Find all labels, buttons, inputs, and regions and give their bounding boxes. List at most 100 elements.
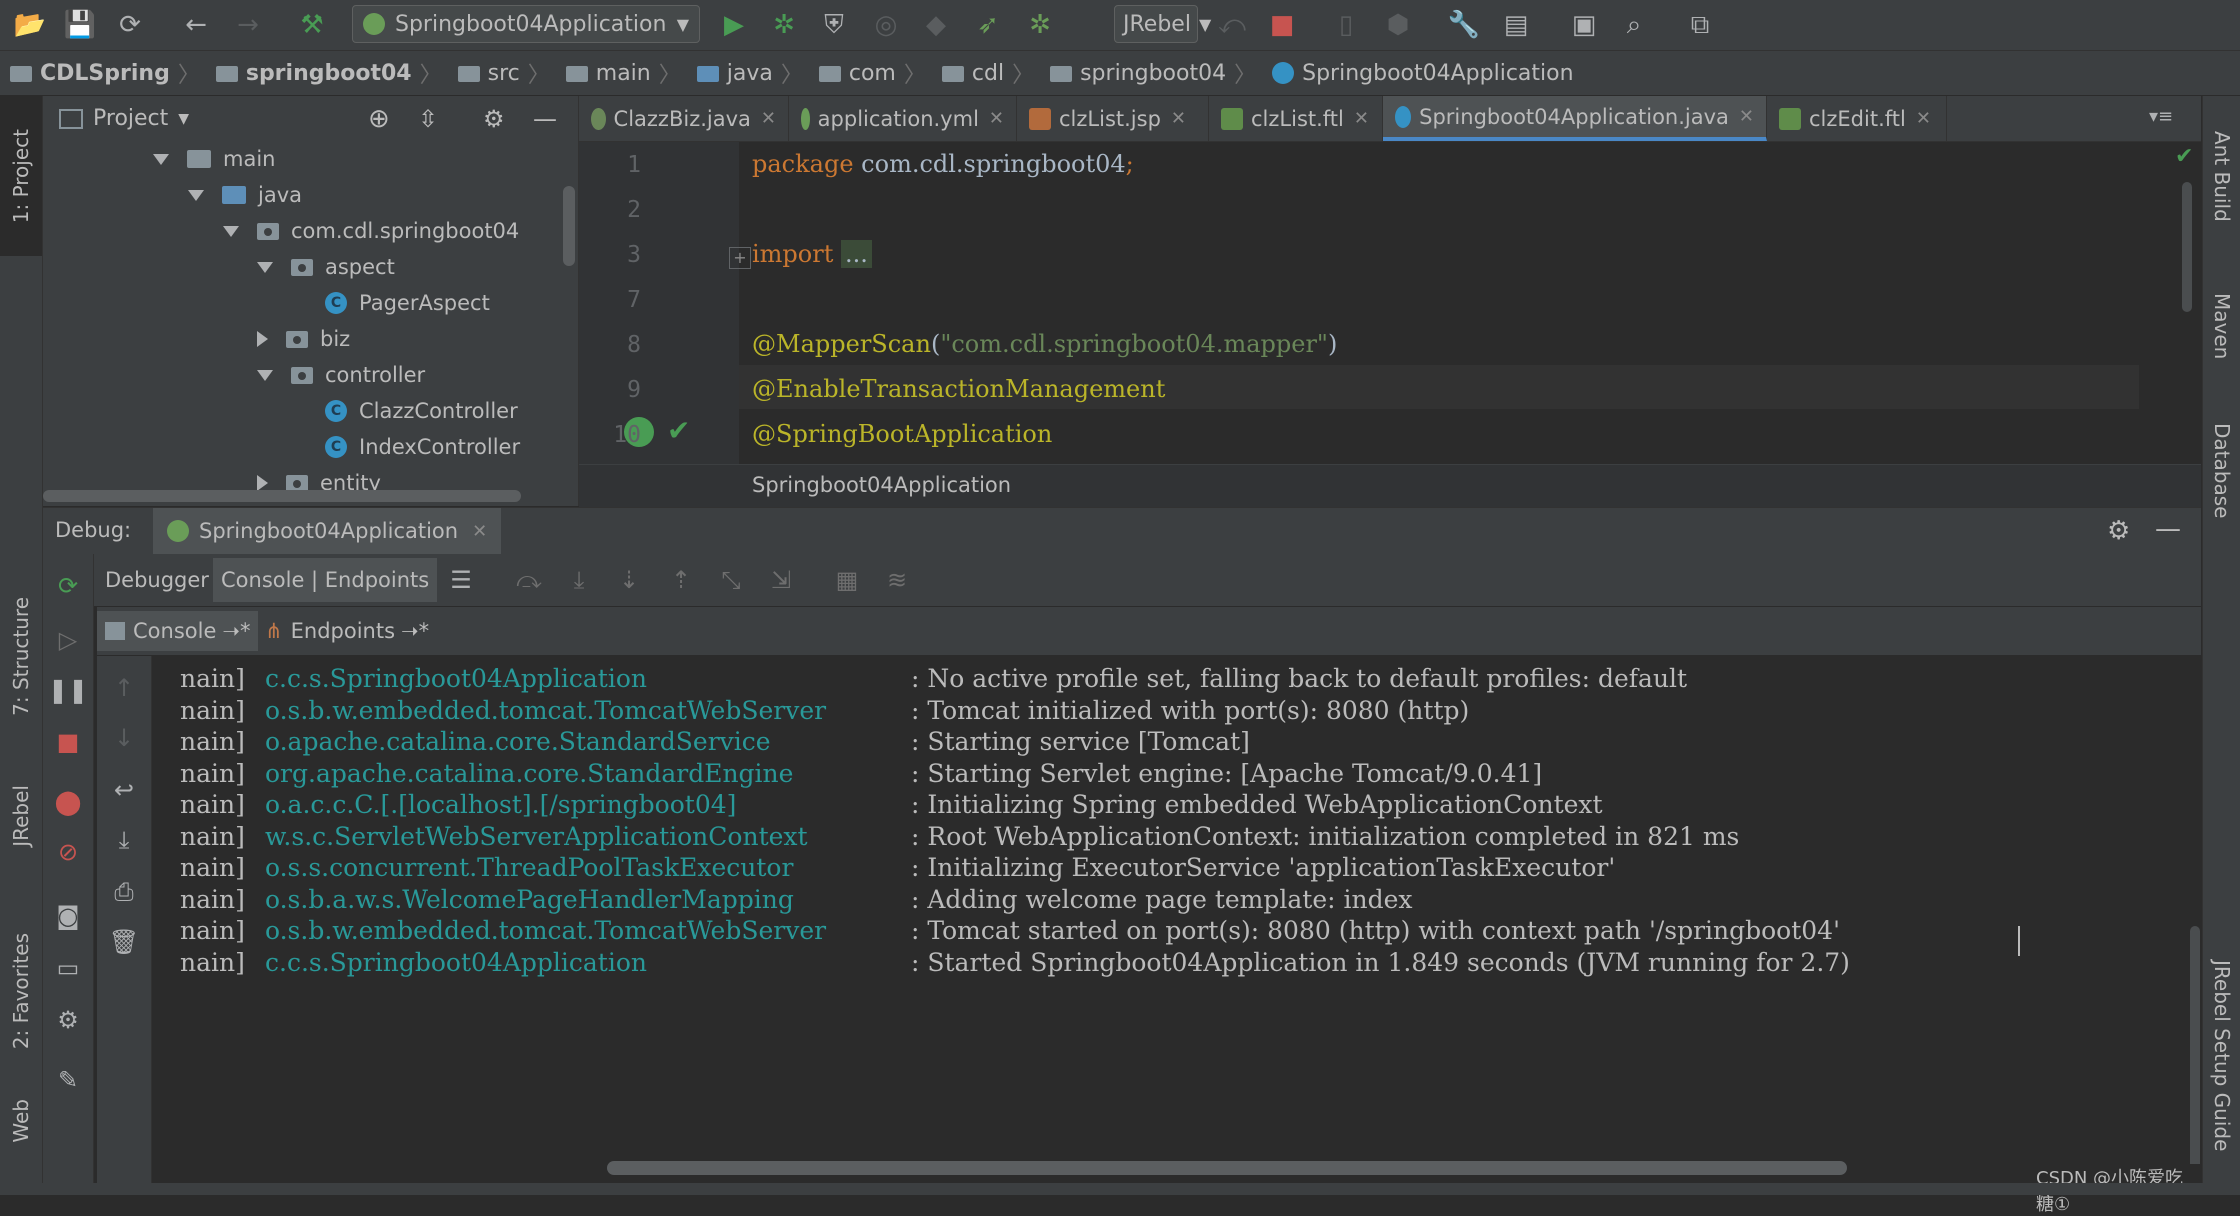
stop-icon[interactable]: ■ [1266, 9, 1298, 41]
print-icon[interactable]: ⎙ [108, 876, 140, 908]
tab-clzlist-ftl[interactable]: clzList.ftl ✕ [1209, 96, 1383, 141]
step-over-icon[interactable]: ⤓ [563, 564, 595, 596]
breadcrumb-item-class[interactable]: Springboot04Application [1262, 61, 1579, 86]
layout-icon[interactable]: ▭ [52, 952, 84, 984]
console-horizontal-scrollbar[interactable] [607, 1161, 1847, 1175]
scroll-to-end-icon[interactable]: ⤓ [108, 824, 140, 856]
tab-list-menu-icon[interactable]: ▾≡ [2149, 106, 2173, 127]
step-out-icon[interactable]: ⇡ [665, 564, 697, 596]
tool-tab-project[interactable]: 1: Project [0, 96, 42, 256]
minimize-icon[interactable]: — [533, 105, 557, 133]
logger-name[interactable]: o.s.b.w.embedded.tomcat.TomcatWebServer [265, 696, 826, 725]
logger-name[interactable]: c.c.s.Springboot04Application [265, 948, 647, 977]
trash-icon[interactable]: 🗑 [108, 926, 140, 958]
sync-icon[interactable]: ⟳ [114, 9, 146, 41]
tab-application-yml[interactable]: application.yml ✕ [789, 96, 1017, 141]
sdk-icon[interactable]: ⬢ [1382, 9, 1414, 41]
profile-icon[interactable]: ◎ [870, 9, 902, 41]
gear-icon[interactable]: ⚙ [483, 105, 505, 133]
logger-name[interactable]: o.s.b.w.embedded.tomcat.TomcatWebServer [265, 916, 826, 945]
build-hammer-icon[interactable]: ⚒ [296, 9, 328, 41]
close-icon[interactable]: ✕ [989, 108, 1004, 129]
editor-scrollbar[interactable] [2182, 182, 2192, 312]
vertical-scrollbar[interactable] [563, 186, 575, 266]
search-icon[interactable]: ⌕ [1618, 9, 1650, 41]
layout-menu-icon[interactable]: ☰ [445, 564, 477, 596]
show-execution-point-icon[interactable]: ⤼ [513, 564, 545, 596]
tool-tab-structure[interactable]: 7: Structure [0, 586, 42, 726]
rerun-icon[interactable]: ⟳ [52, 570, 84, 602]
soft-wrap-icon[interactable]: ↩ [108, 774, 140, 806]
logger-name[interactable]: o.a.c.c.C.[.[localhost].[/springboot04] [265, 790, 736, 819]
breadcrumb-item-main[interactable]: main 〉 [556, 57, 687, 89]
chevron-down-icon[interactable]: ▼ [178, 111, 189, 127]
tree-item-indexcontroller[interactable]: C IndexController [325, 430, 520, 464]
tab-debugger[interactable]: Debugger [97, 560, 217, 600]
run-check-gutter-icon[interactable]: ✔ [667, 414, 690, 447]
console-vertical-scrollbar[interactable] [2190, 926, 2200, 1186]
tool-tab-ant-build[interactable]: Ant Build [2203, 106, 2240, 246]
project-view-selector[interactable]: Project [93, 106, 168, 131]
logger-name[interactable]: org.apache.catalina.core.StandardEngine [265, 759, 793, 788]
horizontal-scrollbar[interactable] [43, 490, 521, 502]
trace-icon[interactable]: ≋ [881, 564, 913, 596]
resume-icon[interactable]: ▷ [52, 624, 84, 656]
breadcrumb-item-cdl[interactable]: cdl 〉 [932, 57, 1040, 89]
close-icon[interactable]: ✕ [472, 521, 487, 542]
jrebel-dropdown[interactable]: JRebel ▼ [1114, 5, 1211, 43]
logger-name[interactable]: c.c.s.Springboot04Application [265, 664, 647, 693]
tree-item-pageraspect[interactable]: C PagerAspect [325, 286, 490, 320]
tree-item-clazzcontroller[interactable]: C ClazzController [325, 394, 518, 428]
logger-name[interactable]: o.s.s.concurrent.ThreadPoolTaskExecutor [265, 853, 793, 882]
debug-bug-icon[interactable]: ✲ [768, 9, 800, 41]
tool-tab-database[interactable]: Database [2203, 406, 2240, 536]
tab-clazzbiz-java[interactable]: ClazzBiz.java ✕ [579, 96, 789, 141]
terminal-icon[interactable]: ▣ [1568, 9, 1600, 41]
view-breakpoints-icon[interactable]: ⬤ [52, 786, 84, 818]
close-icon[interactable]: ✕ [1171, 108, 1186, 129]
close-icon[interactable]: ✕ [1916, 108, 1931, 129]
gear-icon[interactable]: ⚙ [2107, 516, 2130, 546]
step-into-icon[interactable]: ⇣ [613, 564, 645, 596]
tool-tab-jrebel[interactable]: JRebel [0, 761, 42, 871]
tab-springboot04application-java[interactable]: Springboot04Application.java ✕ [1383, 96, 1767, 141]
minimize-icon[interactable]: — [2155, 514, 2181, 544]
down-arrow-icon[interactable]: ↓ [108, 722, 140, 754]
tab-endpoints[interactable]: ⋔ Endpoints ➝* [257, 611, 437, 651]
tree-item-package-root[interactable]: com.cdl.springboot04 [223, 214, 519, 248]
tool-tab-maven[interactable]: Maven [2203, 271, 2240, 381]
tool-tab-jrebel-setup-guide[interactable]: JRebel Setup Guide [2203, 926, 2240, 1186]
logger-name[interactable]: w.s.c.ServletWebServerApplicationContext [265, 822, 808, 851]
breadcrumb-item-springboot04[interactable]: springboot04 〉 [206, 57, 448, 89]
gear-icon[interactable]: ⚙ [52, 1004, 84, 1036]
code-editor[interactable]: ✔ + ✔ Springboot04Application 1 package c… [579, 142, 2201, 507]
breadcrumb-item-cdlspring[interactable]: CDLSpring 〉 [0, 57, 206, 89]
run-config-dropdown[interactable]: Springboot04Application ▼ [352, 5, 700, 43]
logger-name[interactable]: o.s.b.a.w.s.WelcomePageHandlerMapping [265, 885, 794, 914]
pin-icon[interactable]: ✎ [52, 1064, 84, 1096]
project-structure-icon[interactable]: ▤ [1500, 9, 1532, 41]
close-icon[interactable]: ✕ [761, 108, 776, 129]
breadcrumb-item-springboot04-pkg[interactable]: springboot04 〉 [1040, 57, 1262, 89]
tree-item-aspect[interactable]: aspect [257, 250, 395, 284]
tree-item-java[interactable]: java [188, 178, 302, 212]
tree-item-main[interactable]: main [153, 142, 275, 176]
debug-session-tab[interactable]: Springboot04Application ✕ [153, 508, 502, 554]
run-icon[interactable]: ▶ [718, 9, 750, 41]
breadcrumb-item-com[interactable]: com 〉 [809, 57, 932, 89]
tool-tab-favorites[interactable]: 2: Favorites [0, 906, 42, 1076]
tool-tab-web[interactable]: Web [0, 1081, 42, 1161]
evaluate-icon[interactable]: ▦ [831, 564, 863, 596]
run-to-cursor-icon[interactable]: ⇲ [765, 564, 797, 596]
open-folder-icon[interactable]: 📂 [14, 9, 46, 41]
presentation-icon[interactable]: ⧉ [1684, 9, 1716, 41]
back-arrow-icon[interactable]: ← [180, 9, 212, 41]
tab-console-endpoints[interactable]: Console | Endpoints [213, 558, 438, 602]
logger-name[interactable]: o.apache.catalina.core.StandardService [265, 727, 771, 756]
collapse-all-icon[interactable]: ⇳ [418, 105, 438, 133]
drop-frame-icon[interactable]: ⤡ [715, 564, 747, 596]
tab-clzlist-jsp[interactable]: clzList.jsp ✕ [1017, 96, 1209, 141]
mute-breakpoints-icon[interactable]: ⊘ [52, 836, 84, 868]
jrebel-run-icon[interactable]: ➶ [972, 9, 1004, 41]
tree-item-controller[interactable]: controller [257, 358, 425, 392]
